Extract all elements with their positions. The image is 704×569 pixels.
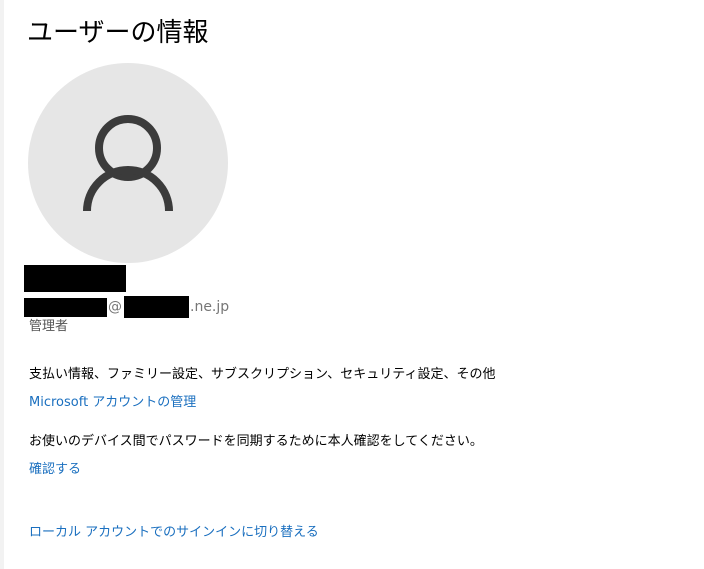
user-info-page: ユーザーの情報 @ .ne.jp 管理者 支払い情報、ファミリー設定、サブスクリ…	[0, 0, 704, 569]
email-at-sign: @	[108, 299, 122, 315]
redacted-email-domain	[124, 296, 189, 318]
microsoft-account-description: 支払い情報、ファミリー設定、サブスクリプション、セキュリティ設定、その他	[29, 367, 496, 382]
account-role: 管理者	[29, 319, 69, 334]
email-domain-suffix: .ne.jp	[190, 299, 230, 315]
user-silhouette-icon	[83, 115, 173, 212]
verify-identity-link[interactable]: 確認する	[29, 461, 81, 479]
redacted-email-user	[24, 298, 107, 317]
avatar[interactable]	[28, 63, 228, 263]
page-title: ユーザーの情報	[27, 18, 209, 48]
pane-edge	[0, 0, 4, 569]
redacted-user-name	[24, 265, 126, 292]
manage-microsoft-account-link[interactable]: Microsoft アカウントの管理	[29, 394, 196, 412]
password-sync-description: お使いのデバイス間でパスワードを同期するために本人確認をしてください。	[29, 434, 483, 449]
switch-to-local-account-link[interactable]: ローカル アカウントでのサインインに切り替える	[29, 524, 319, 542]
